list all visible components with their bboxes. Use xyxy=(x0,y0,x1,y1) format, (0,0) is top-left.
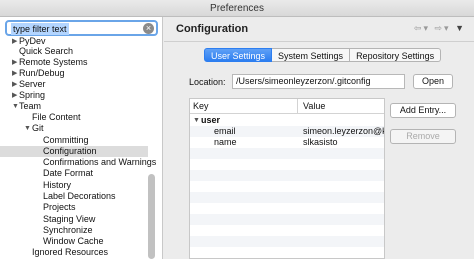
back-icon[interactable]: ⇦▾ xyxy=(414,23,430,33)
table-header: Key Value xyxy=(190,99,384,114)
tree-item-file-content[interactable]: File Content xyxy=(0,112,148,123)
expand-arrow-icon[interactable]: ▶ xyxy=(12,68,17,79)
table-row-empty xyxy=(190,203,384,214)
table-row-empty xyxy=(190,192,384,203)
config-table: Key Value ▼ user email simeon.leyzerzon@… xyxy=(189,98,385,259)
table-row-empty xyxy=(190,170,384,181)
tree-item-committing[interactable]: Committing xyxy=(0,135,148,146)
column-divider[interactable] xyxy=(297,99,298,114)
tree-item-date-format[interactable]: Date Format xyxy=(0,168,148,179)
row-key: email xyxy=(214,126,236,136)
row-key: user xyxy=(201,115,221,125)
tree-item-spring[interactable]: ▶ Spring xyxy=(0,90,148,101)
tree-item-window-cache[interactable]: Window Cache xyxy=(0,236,148,247)
preference-page: Configuration ⇦▾ ⇨▾ ▼ User Settings Syst… xyxy=(164,17,474,259)
tree-item-staging-view[interactable]: Staging View xyxy=(0,214,148,225)
open-button[interactable]: Open xyxy=(413,74,453,89)
menu-icon[interactable]: ▼ xyxy=(455,23,466,33)
collapse-arrow-icon[interactable]: ▼ xyxy=(12,101,19,112)
collapse-arrow-icon[interactable]: ▼ xyxy=(24,123,31,134)
tree-item-quick-search[interactable]: Quick Search xyxy=(0,46,148,57)
tab-system-settings[interactable]: System Settings xyxy=(272,48,351,62)
key-column-header[interactable]: Key xyxy=(193,101,209,111)
page-title: Configuration xyxy=(176,23,249,35)
row-value: slkasisto xyxy=(303,137,338,147)
table-row[interactable]: email simeon.leyzerzon@k xyxy=(190,126,385,137)
tree-item-history[interactable]: History xyxy=(0,180,148,191)
table-row-empty xyxy=(190,225,384,236)
filter-input[interactable]: type filter text × xyxy=(5,20,158,36)
expand-arrow-icon[interactable]: ▶ xyxy=(12,90,17,101)
value-column-header[interactable]: Value xyxy=(303,101,325,111)
location-field[interactable]: /Users/simeonleyzerzon/.gitconfig xyxy=(232,74,405,89)
table-row-empty xyxy=(190,236,384,247)
tree-item-team[interactable]: ▼ Team xyxy=(0,101,148,112)
page-header: Configuration ⇦▾ ⇨▾ ▼ xyxy=(164,17,474,42)
tree-item-remote-systems[interactable]: ▶ Remote Systems xyxy=(0,57,148,68)
row-key: name xyxy=(214,137,237,147)
table-row-empty xyxy=(190,148,384,159)
table-row-empty xyxy=(190,247,384,258)
tree-item-configuration[interactable]: Configuration xyxy=(0,146,148,157)
collapse-arrow-icon[interactable]: ▼ xyxy=(193,115,200,126)
preferences-tree-pane: type filter text × ▶ PyDev Quick Search ▶… xyxy=(0,17,163,259)
expand-arrow-icon[interactable]: ▶ xyxy=(12,57,17,68)
table-row-empty xyxy=(190,159,384,170)
clear-filter-icon[interactable]: × xyxy=(143,23,154,34)
tree-item-projects[interactable]: Projects xyxy=(0,202,148,213)
tree-item-run-debug[interactable]: ▶ Run/Debug xyxy=(0,68,148,79)
tree-item-ignored-resources[interactable]: Ignored Resources xyxy=(0,247,148,258)
add-entry-button[interactable]: Add Entry... xyxy=(390,103,456,118)
settings-tabs: User Settings System Settings Repository… xyxy=(204,48,442,62)
tree-item-confirmations-and-warnings[interactable]: Confirmations and Warnings xyxy=(0,157,156,168)
window-title: Preferences xyxy=(0,0,474,17)
tree-item-server[interactable]: ▶ Server xyxy=(0,79,148,90)
filter-text: type filter text xyxy=(11,23,69,35)
expand-arrow-icon[interactable]: ▶ xyxy=(12,79,17,90)
location-label: Location: xyxy=(189,77,226,87)
remove-button[interactable]: Remove xyxy=(390,129,456,144)
tree-item-synchronize[interactable]: Synchronize xyxy=(0,225,148,236)
tree-scrollbar[interactable] xyxy=(148,174,155,259)
table-row[interactable]: ▼ user xyxy=(190,115,384,126)
table-row[interactable]: name slkasisto xyxy=(190,137,384,148)
tree-item-git[interactable]: ▼ Git xyxy=(0,123,148,134)
row-value: simeon.leyzerzon@k xyxy=(303,126,385,136)
tab-repository-settings[interactable]: Repository Settings xyxy=(350,48,442,62)
page-nav: ⇦▾ ⇨▾ ▼ xyxy=(414,23,466,34)
table-row-empty xyxy=(190,181,384,192)
tab-user-settings[interactable]: User Settings xyxy=(204,48,273,62)
tree-item-label-decorations[interactable]: Label Decorations xyxy=(0,191,148,202)
forward-icon[interactable]: ⇨▾ xyxy=(435,23,451,33)
table-row-empty xyxy=(190,214,384,225)
